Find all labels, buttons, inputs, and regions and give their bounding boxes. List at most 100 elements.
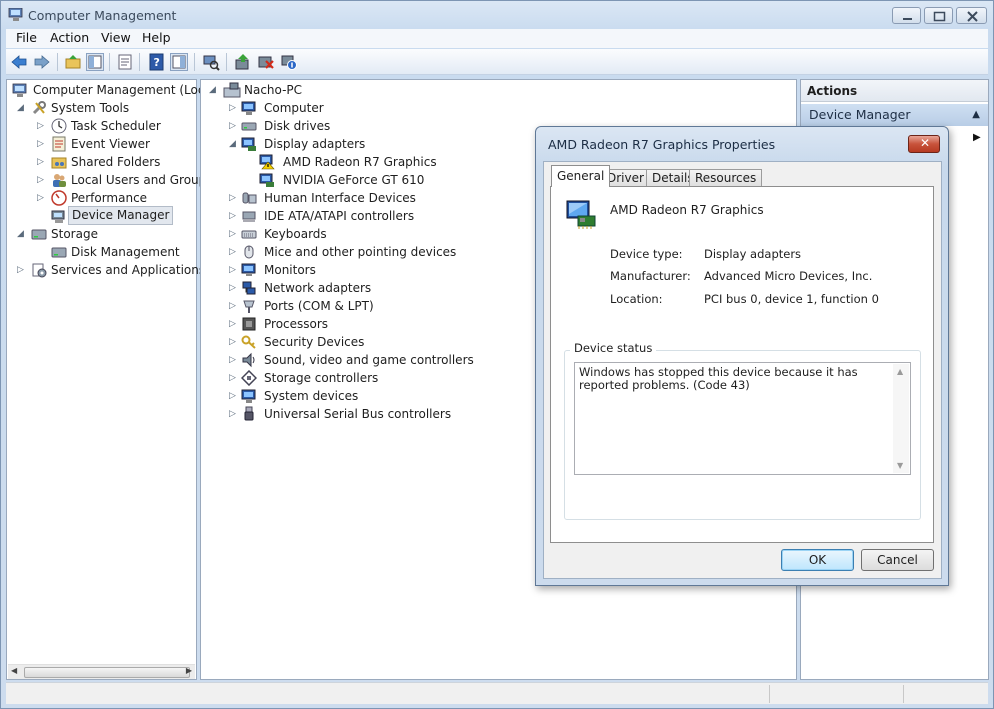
collapse-arrow-icon[interactable]: ◢ (209, 81, 219, 99)
expand-arrow-icon[interactable]: ▷ (229, 387, 239, 405)
expand-arrow-icon[interactable]: ▷ (37, 117, 47, 135)
port-icon (241, 298, 257, 314)
users-icon (51, 172, 67, 188)
show-hide-tree-icon[interactable] (86, 53, 104, 71)
disk-icon (51, 244, 67, 260)
expand-arrow-icon[interactable]: ▷ (229, 279, 239, 297)
performance-icon (51, 190, 67, 206)
actions-section-device-manager[interactable]: Device Manager ▲ (801, 104, 988, 126)
horizontal-scrollbar[interactable]: ◀ ▶ (8, 664, 195, 679)
minimize-button[interactable] (892, 7, 921, 24)
disk-drive-icon (241, 118, 257, 134)
services-icon (31, 262, 47, 278)
warning-display-adapter-icon (259, 154, 275, 170)
dialog-title: AMD Radeon R7 Graphics Properties (548, 137, 776, 152)
expand-arrow-icon[interactable]: ▷ (229, 315, 239, 333)
dialog-close-button[interactable]: ✕ (908, 135, 940, 153)
expand-arrow-icon[interactable]: ▷ (229, 351, 239, 369)
ok-button[interactable]: OK (781, 549, 854, 571)
expand-arrow-icon[interactable]: ▷ (37, 153, 47, 171)
device-status-textbox[interactable]: Windows has stopped this device because … (574, 362, 911, 475)
expand-arrow-icon[interactable]: ▷ (229, 117, 239, 135)
expand-arrow-icon[interactable]: ▷ (229, 333, 239, 351)
actions-section-label: Device Manager (809, 107, 911, 122)
vertical-scrollbar[interactable]: ▲ ▼ (893, 364, 909, 473)
scroll-up-icon[interactable]: ▲ (897, 367, 903, 376)
expand-arrow-icon[interactable]: ▷ (17, 261, 27, 279)
display-adapter-icon (241, 136, 257, 152)
expand-arrow-icon[interactable]: ▷ (229, 369, 239, 387)
network-adapter-icon (241, 280, 257, 296)
scroll-down-icon[interactable]: ▼ (897, 461, 903, 470)
ide-controller-icon (241, 208, 257, 224)
update-driver-icon[interactable] (234, 53, 252, 71)
disable-icon[interactable] (280, 53, 298, 71)
uninstall-icon[interactable] (257, 53, 275, 71)
tab-general[interactable]: General (551, 165, 611, 187)
window-title: Computer Management (28, 8, 177, 23)
more-actions-arrow-icon[interactable]: ▶ (973, 132, 981, 143)
prop-value-location: PCI bus 0, device 1, function 0 (704, 292, 879, 306)
prop-label-device-type: Device type: (610, 247, 683, 261)
collapse-arrow-icon[interactable]: ◢ (229, 135, 239, 153)
properties-dialog: AMD Radeon R7 Graphics Properties ✕ Gene… (535, 126, 949, 586)
computer-management-icon (12, 82, 28, 98)
hid-icon (241, 190, 257, 206)
computer-icon (223, 82, 241, 98)
expand-arrow-icon[interactable]: ▷ (229, 243, 239, 261)
back-icon[interactable] (10, 53, 28, 71)
menu-file[interactable]: File (16, 30, 37, 45)
status-bar (6, 682, 988, 704)
tab-resources[interactable]: Resources (689, 169, 763, 187)
expand-arrow-icon[interactable]: ▷ (37, 171, 47, 189)
close-button[interactable] (956, 7, 987, 24)
collapse-up-icon[interactable]: ▲ (972, 109, 980, 120)
tree-label: Computer Management (Local (33, 83, 216, 97)
show-hide-action-pane-icon[interactable] (170, 53, 188, 71)
expand-arrow-icon[interactable]: ▷ (37, 189, 47, 207)
up-folder-icon[interactable] (64, 53, 82, 71)
properties-icon[interactable] (116, 53, 134, 71)
menu-view[interactable]: View (101, 30, 131, 45)
console-tree-pane: Computer Management (Local ◢ System Tool… (6, 79, 215, 680)
collapse-arrow-icon[interactable]: ◢ (17, 225, 27, 243)
menu-help[interactable]: Help (142, 30, 171, 45)
storage-icon (31, 226, 47, 242)
expand-arrow-icon[interactable]: ▷ (229, 207, 239, 225)
help-icon[interactable]: ? (148, 53, 166, 71)
maximize-button[interactable] (924, 7, 953, 24)
expand-arrow-icon[interactable]: ▷ (229, 261, 239, 279)
key-icon (241, 334, 257, 350)
expand-arrow-icon[interactable]: ▷ (37, 135, 47, 153)
menu-bar: File Action View Help (6, 29, 988, 48)
shared-folder-icon (51, 154, 67, 170)
general-tab-panel: AMD Radeon R7 Graphics Device type: Disp… (550, 186, 934, 543)
clock-icon (51, 118, 67, 134)
expand-arrow-icon[interactable]: ▷ (229, 225, 239, 243)
monitor-icon (241, 262, 257, 278)
toolbar: ? (6, 49, 988, 75)
collapse-arrow-icon[interactable]: ◢ (17, 99, 27, 117)
prop-value-device-type: Display adapters (704, 247, 802, 261)
scroll-right-icon[interactable]: ▶ (186, 666, 192, 675)
display-adapter-icon (259, 172, 275, 188)
expand-arrow-icon[interactable]: ▷ (229, 297, 239, 315)
svg-text:?: ? (154, 56, 160, 69)
expand-arrow-icon[interactable]: ▷ (229, 99, 239, 117)
scroll-left-icon[interactable]: ◀ (11, 666, 17, 675)
cancel-button[interactable]: Cancel (861, 549, 934, 571)
keyboard-icon (241, 226, 257, 242)
expand-arrow-icon[interactable]: ▷ (229, 189, 239, 207)
computer-icon (241, 100, 257, 116)
prop-label-location: Location: (610, 292, 663, 306)
menu-action[interactable]: Action (50, 30, 89, 45)
device-status-text: Windows has stopped this device because … (579, 365, 858, 392)
close-icon: ✕ (920, 136, 931, 150)
prop-value-manufacturer: Advanced Micro Devices, Inc. (704, 269, 873, 283)
actions-header: Actions (801, 80, 988, 102)
scan-hardware-icon[interactable] (202, 53, 220, 71)
title-bar: Computer Management (1, 1, 993, 29)
scrollbar-thumb[interactable] (24, 667, 190, 678)
forward-icon[interactable] (33, 53, 51, 71)
expand-arrow-icon[interactable]: ▷ (229, 405, 239, 423)
